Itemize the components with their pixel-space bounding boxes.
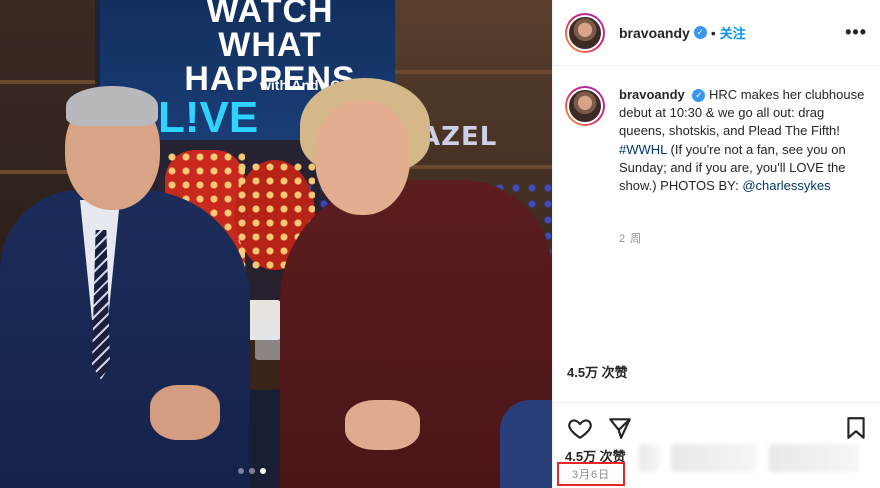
- caption-hashtag[interactable]: #WWHL: [619, 142, 667, 157]
- caption-age: 2 周: [619, 233, 643, 245]
- person-right-face: [315, 100, 410, 215]
- caption-text: bravoandy ✓ HRC makes her clubhouse debu…: [619, 86, 869, 195]
- post-header: bravoandy ✓ • 关注 •••: [553, 0, 880, 66]
- logo-line: WHAT: [218, 26, 322, 64]
- carousel-dot[interactable]: [238, 468, 244, 474]
- header-username[interactable]: bravoandy: [619, 25, 690, 41]
- background-person-leg: [500, 400, 552, 488]
- verified-badge-icon: ✓: [692, 89, 706, 102]
- shelf-line: [395, 70, 552, 74]
- action-bar: [553, 402, 880, 448]
- redacted-area: [769, 444, 859, 472]
- bookmark-icon[interactable]: [843, 415, 869, 441]
- paper-plane-icon[interactable]: [607, 415, 633, 441]
- caption-mention[interactable]: @charlessykes: [742, 178, 830, 193]
- separator-dot: •: [710, 24, 716, 41]
- carousel-dot[interactable]: [249, 468, 255, 474]
- background-sign: AZEL: [420, 122, 498, 152]
- caption-avatar[interactable]: [565, 86, 605, 126]
- redacted-area: [671, 444, 757, 472]
- logo-line: WATCH: [206, 0, 334, 30]
- person-right-hands: [345, 400, 420, 450]
- post-date: 3月6日: [557, 462, 625, 486]
- post-photo[interactable]: WATCH WHAT HAPPENS L!VE with Andy Cohen …: [0, 0, 552, 488]
- person-left-hands: [150, 385, 220, 440]
- caption-username[interactable]: bravoandy: [619, 87, 685, 102]
- logo-with: with: [260, 77, 288, 93]
- heart-icon[interactable]: [567, 415, 593, 441]
- carousel-indicator[interactable]: [238, 468, 266, 474]
- redacted-area: [639, 444, 659, 472]
- carousel-dot-active[interactable]: [260, 468, 266, 474]
- follow-button[interactable]: 关注: [720, 23, 746, 42]
- avatar[interactable]: [565, 12, 605, 53]
- post-details-panel: bravoandy ✓ • 关注 ••• bravoandy ✓ HRC mak…: [552, 0, 880, 488]
- person-left-body: [0, 190, 250, 488]
- caption-block: bravoandy ✓ HRC makes her clubhouse debu…: [565, 86, 869, 195]
- shelf-line: [0, 80, 95, 84]
- verified-badge-icon: ✓: [693, 26, 707, 39]
- more-options-icon[interactable]: •••: [845, 22, 867, 43]
- likes-count-partial[interactable]: 4.5万 次赞: [567, 362, 628, 381]
- shelf-line: [395, 165, 552, 169]
- person-left-hair: [66, 86, 158, 126]
